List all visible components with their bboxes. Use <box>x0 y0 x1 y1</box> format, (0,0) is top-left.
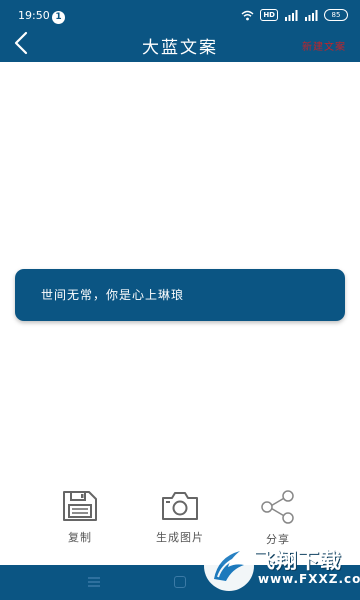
wifi-icon <box>241 10 254 20</box>
nav-bar: 大蓝文案 新建文案 <box>0 28 360 60</box>
new-copywriting-button[interactable]: 新建文案 <box>302 38 346 53</box>
camera-icon <box>162 492 198 520</box>
notification-badge: 1 <box>52 11 65 24</box>
app-header: 19:50 1 HD 85 大蓝文案 新建文案 <box>0 0 360 62</box>
share-icon <box>261 490 294 524</box>
copy-label: 复制 <box>68 531 92 544</box>
share-button[interactable]: 分享 <box>243 490 313 547</box>
quote-card: 世间无常，你是心上琳琅 <box>15 269 345 321</box>
battery-icon: 85 <box>324 9 348 21</box>
signal-icon <box>285 9 298 21</box>
quote-text: 世间无常，你是心上琳琅 <box>41 288 185 302</box>
status-indicators: HD 85 <box>241 8 348 22</box>
signal-icon-2 <box>305 9 318 21</box>
watermark-logo: 飞翔下载 www.FXXZ.com <box>204 541 360 593</box>
save-disk-icon <box>63 491 97 521</box>
status-bar: 19:50 1 HD 85 <box>0 0 360 30</box>
copy-button[interactable]: 复制 <box>45 490 115 545</box>
menu-icon[interactable] <box>88 577 100 587</box>
hd-badge: HD <box>260 9 278 21</box>
status-time: 19:50 <box>18 9 50 22</box>
watermark-url: www.FXXZ.com <box>258 572 360 586</box>
watermark-emblem <box>204 541 254 591</box>
wing-logo-icon <box>214 551 244 581</box>
generate-image-button[interactable]: 生成图片 <box>145 490 215 545</box>
watermark-title: 飞翔下载 <box>254 549 342 573</box>
home-icon[interactable] <box>174 576 186 588</box>
